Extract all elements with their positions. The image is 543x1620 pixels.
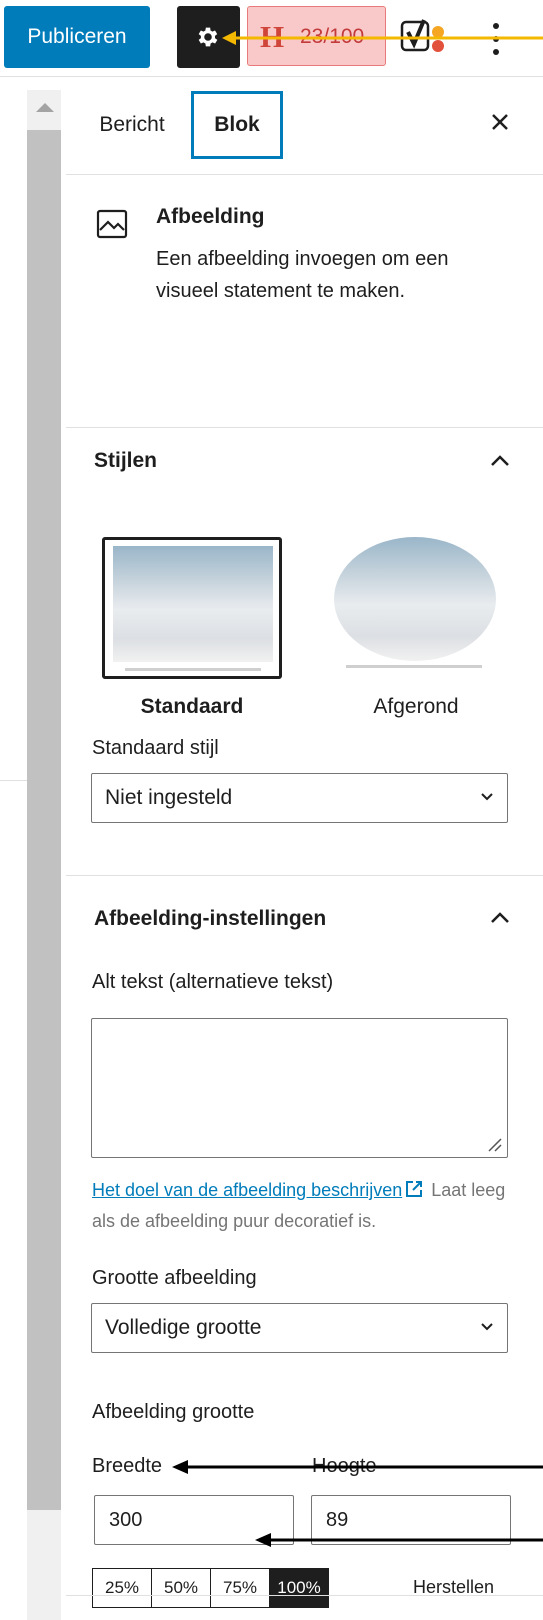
style-preview-standaard — [102, 537, 282, 679]
size-50-button[interactable]: 50% — [151, 1568, 211, 1608]
panel-divider — [66, 1595, 543, 1596]
styles-panel-title[interactable]: Stijlen — [94, 449, 157, 473]
block-title: Afbeelding — [156, 205, 265, 228]
caption-line — [125, 668, 261, 671]
image-size-value: Volledige grootte — [105, 1316, 262, 1339]
tab-blok[interactable]: Blok — [191, 91, 283, 159]
image-settings-panel: Afbeelding-instellingen Alt tekst (alter… — [66, 875, 543, 1620]
top-toolbar: Publiceren H 23/100 — [0, 0, 543, 77]
style-option-standaard[interactable]: Standaard — [100, 537, 284, 719]
scroll-up-arrow-icon[interactable] — [36, 103, 54, 112]
default-style-label: Standaard stijl — [92, 737, 219, 759]
close-icon[interactable] — [487, 109, 513, 135]
caption-line — [346, 665, 482, 668]
mountain-photo — [113, 546, 273, 662]
chevron-up-icon[interactable] — [489, 911, 511, 925]
alt-text-help-link[interactable]: Het doel van de afbeelding beschrijven — [92, 1180, 402, 1200]
height-value: 89 — [326, 1509, 349, 1531]
sidebar-tabs: Bericht Blok — [66, 77, 543, 175]
image-block-icon — [96, 209, 128, 239]
annotation-arrow-settings — [222, 31, 543, 45]
editor-divider — [0, 780, 27, 781]
width-value: 300 — [109, 1509, 143, 1531]
image-settings-title[interactable]: Afbeelding-instellingen — [94, 907, 326, 931]
size-25-button[interactable]: 25% — [92, 1568, 152, 1608]
image-dimensions-label: Afbeelding grootte — [92, 1401, 255, 1423]
size-100-button[interactable]: 100% — [269, 1568, 329, 1608]
style-option-afgerond[interactable]: Afgerond — [324, 537, 508, 719]
default-style-value: Niet ingesteld — [105, 786, 233, 809]
image-size-label: Grootte afbeelding — [92, 1267, 257, 1289]
size-percent-buttons: 25% 50% 75% 100% — [92, 1568, 329, 1608]
resize-handle-icon[interactable] — [485, 1135, 503, 1153]
chevron-up-icon[interactable] — [489, 454, 511, 468]
image-size-select[interactable]: Volledige grootte — [91, 1303, 508, 1353]
chevron-down-icon — [481, 793, 493, 801]
alt-text-input[interactable] — [91, 1018, 508, 1158]
annotation-arrow-width — [172, 1460, 543, 1474]
block-card: Afbeelding Een afbeelding invoegen om ee… — [66, 175, 543, 428]
block-description: Een afbeelding invoegen om een visueel s… — [156, 248, 449, 302]
alt-text-help: Het doel van de afbeelding beschrijven L… — [92, 1175, 522, 1237]
styles-panel: Stijlen Standaard Afgerond Standaard sti… — [66, 427, 543, 876]
alt-text-label: Alt tekst (alternatieve tekst) — [92, 971, 334, 993]
size-75-button[interactable]: 75% — [210, 1568, 270, 1608]
width-label: Breedte — [92, 1455, 163, 1477]
gear-icon — [198, 27, 218, 47]
default-style-select[interactable]: Niet ingesteld — [91, 773, 508, 823]
chevron-down-icon — [481, 1323, 493, 1331]
tab-bericht[interactable]: Bericht — [78, 91, 186, 159]
style-preview-afgerond — [326, 537, 506, 679]
style-label-afgerond: Afgerond — [373, 695, 459, 718]
external-link-icon — [406, 1181, 423, 1197]
style-label-standaard: Standaard — [140, 695, 244, 718]
publish-button[interactable]: Publiceren — [4, 6, 150, 68]
annotation-arrow-percent — [255, 1533, 543, 1547]
scrollbar-thumb[interactable] — [27, 130, 61, 1510]
mountain-photo-rounded — [334, 537, 496, 661]
settings-sidebar: Bericht Blok Afbeelding Een afbeelding i… — [66, 77, 543, 1620]
